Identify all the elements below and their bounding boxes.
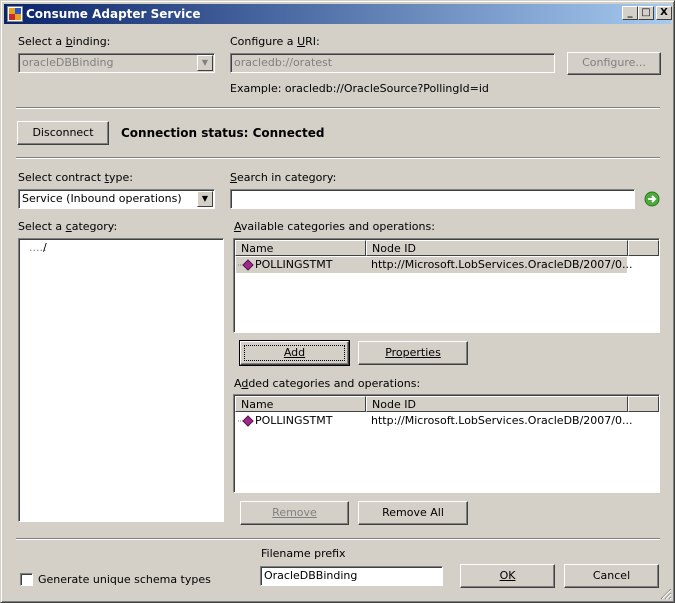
search-go-icon[interactable] — [644, 191, 660, 207]
operation-icon — [238, 259, 254, 271]
column-header-filler — [628, 240, 659, 256]
close-icon: X — [660, 7, 668, 18]
column-header-name[interactable]: Name — [235, 396, 366, 412]
column-header-filler — [628, 396, 659, 412]
unique-schema-checkbox[interactable] — [20, 573, 33, 586]
row-node-id: http://Microsoft.LobServices.OracleDB/20… — [371, 258, 633, 271]
unique-schema-label: Generate unique schema types — [38, 573, 211, 586]
ok-button[interactable]: OK — [460, 564, 555, 588]
available-operations-list[interactable]: Name Node ID POLLINGSTMT http://Microsof… — [233, 238, 660, 333]
contract-type-select[interactable]: Service (Inbound operations) ▼ — [18, 189, 215, 209]
chevron-down-icon: ▼ — [197, 55, 213, 71]
binding-select[interactable]: oracleDBBinding ▼ — [18, 53, 215, 73]
separator — [16, 157, 660, 159]
table-row[interactable]: POLLINGSTMT http://Microsoft.LobServices… — [236, 413, 633, 429]
chevron-down-icon[interactable]: ▼ — [197, 191, 213, 207]
binding-select-value: oracleDBBinding — [22, 56, 114, 69]
uri-label: Configure a URI: — [230, 35, 320, 48]
cancel-button[interactable]: Cancel — [564, 564, 659, 588]
tree-item-root[interactable]: / — [43, 241, 47, 254]
search-label: Search in category: — [230, 171, 337, 184]
app-icon — [7, 6, 23, 22]
operation-icon — [238, 415, 254, 427]
minimize-icon: _ — [627, 7, 633, 18]
configure-button[interactable]: Configure... — [567, 52, 661, 75]
consume-adapter-service-dialog: Consume Adapter Service _ □ X Select a b… — [0, 0, 675, 603]
column-header-node-id[interactable]: Node ID — [366, 396, 628, 412]
close-button[interactable]: X — [656, 6, 672, 20]
minimize-button[interactable]: _ — [622, 6, 638, 20]
window-title: Consume Adapter Service — [26, 7, 201, 21]
disconnect-button[interactable]: Disconnect — [17, 121, 109, 145]
filename-prefix-label: Filename prefix — [261, 547, 346, 560]
search-input[interactable] — [230, 189, 635, 209]
column-header-name[interactable]: Name — [235, 240, 366, 256]
focus-rect — [244, 345, 345, 361]
binding-label: Select a binding: — [18, 35, 111, 48]
separator — [16, 107, 660, 109]
table-row[interactable]: POLLINGSTMT http://Microsoft.LobServices… — [236, 257, 633, 273]
contract-type-value: Service (Inbound operations) — [22, 192, 182, 205]
row-name: POLLINGSTMT — [255, 414, 333, 427]
maximize-icon: □ — [641, 7, 651, 18]
resize-grip-icon[interactable] — [660, 588, 672, 600]
connection-status: Connection status: Connected — [121, 126, 325, 140]
uri-example: Example: oracledb://OracleSource?Polling… — [230, 82, 489, 95]
row-name: POLLINGSTMT — [255, 258, 333, 271]
row-node-id: http://Microsoft.LobServices.OracleDB/20… — [371, 414, 633, 427]
separator — [16, 538, 660, 540]
column-header-node-id[interactable]: Node ID — [366, 240, 628, 256]
title-bar[interactable]: Consume Adapter Service _ □ X — [4, 4, 672, 24]
filename-prefix-input[interactable]: OracleDBBinding — [260, 566, 443, 586]
add-button[interactable]: Add — [239, 340, 350, 366]
uri-field[interactable]: oracledb://oratest — [230, 53, 555, 73]
remove-all-button[interactable]: Remove All — [358, 501, 468, 525]
category-tree[interactable]: ..... / — [18, 238, 224, 522]
maximize-button[interactable]: □ — [638, 6, 654, 20]
added-operations-list[interactable]: Name Node ID POLLINGSTMT http://Microsof… — [233, 394, 660, 493]
category-label: Select a category: — [18, 220, 118, 233]
remove-button[interactable]: Remove — [240, 501, 349, 525]
added-label: Added categories and operations: — [234, 377, 421, 390]
available-label: Available categories and operations: — [234, 220, 435, 233]
contract-type-label: Select contract type: — [18, 171, 133, 184]
properties-button[interactable]: Properties — [358, 341, 468, 365]
